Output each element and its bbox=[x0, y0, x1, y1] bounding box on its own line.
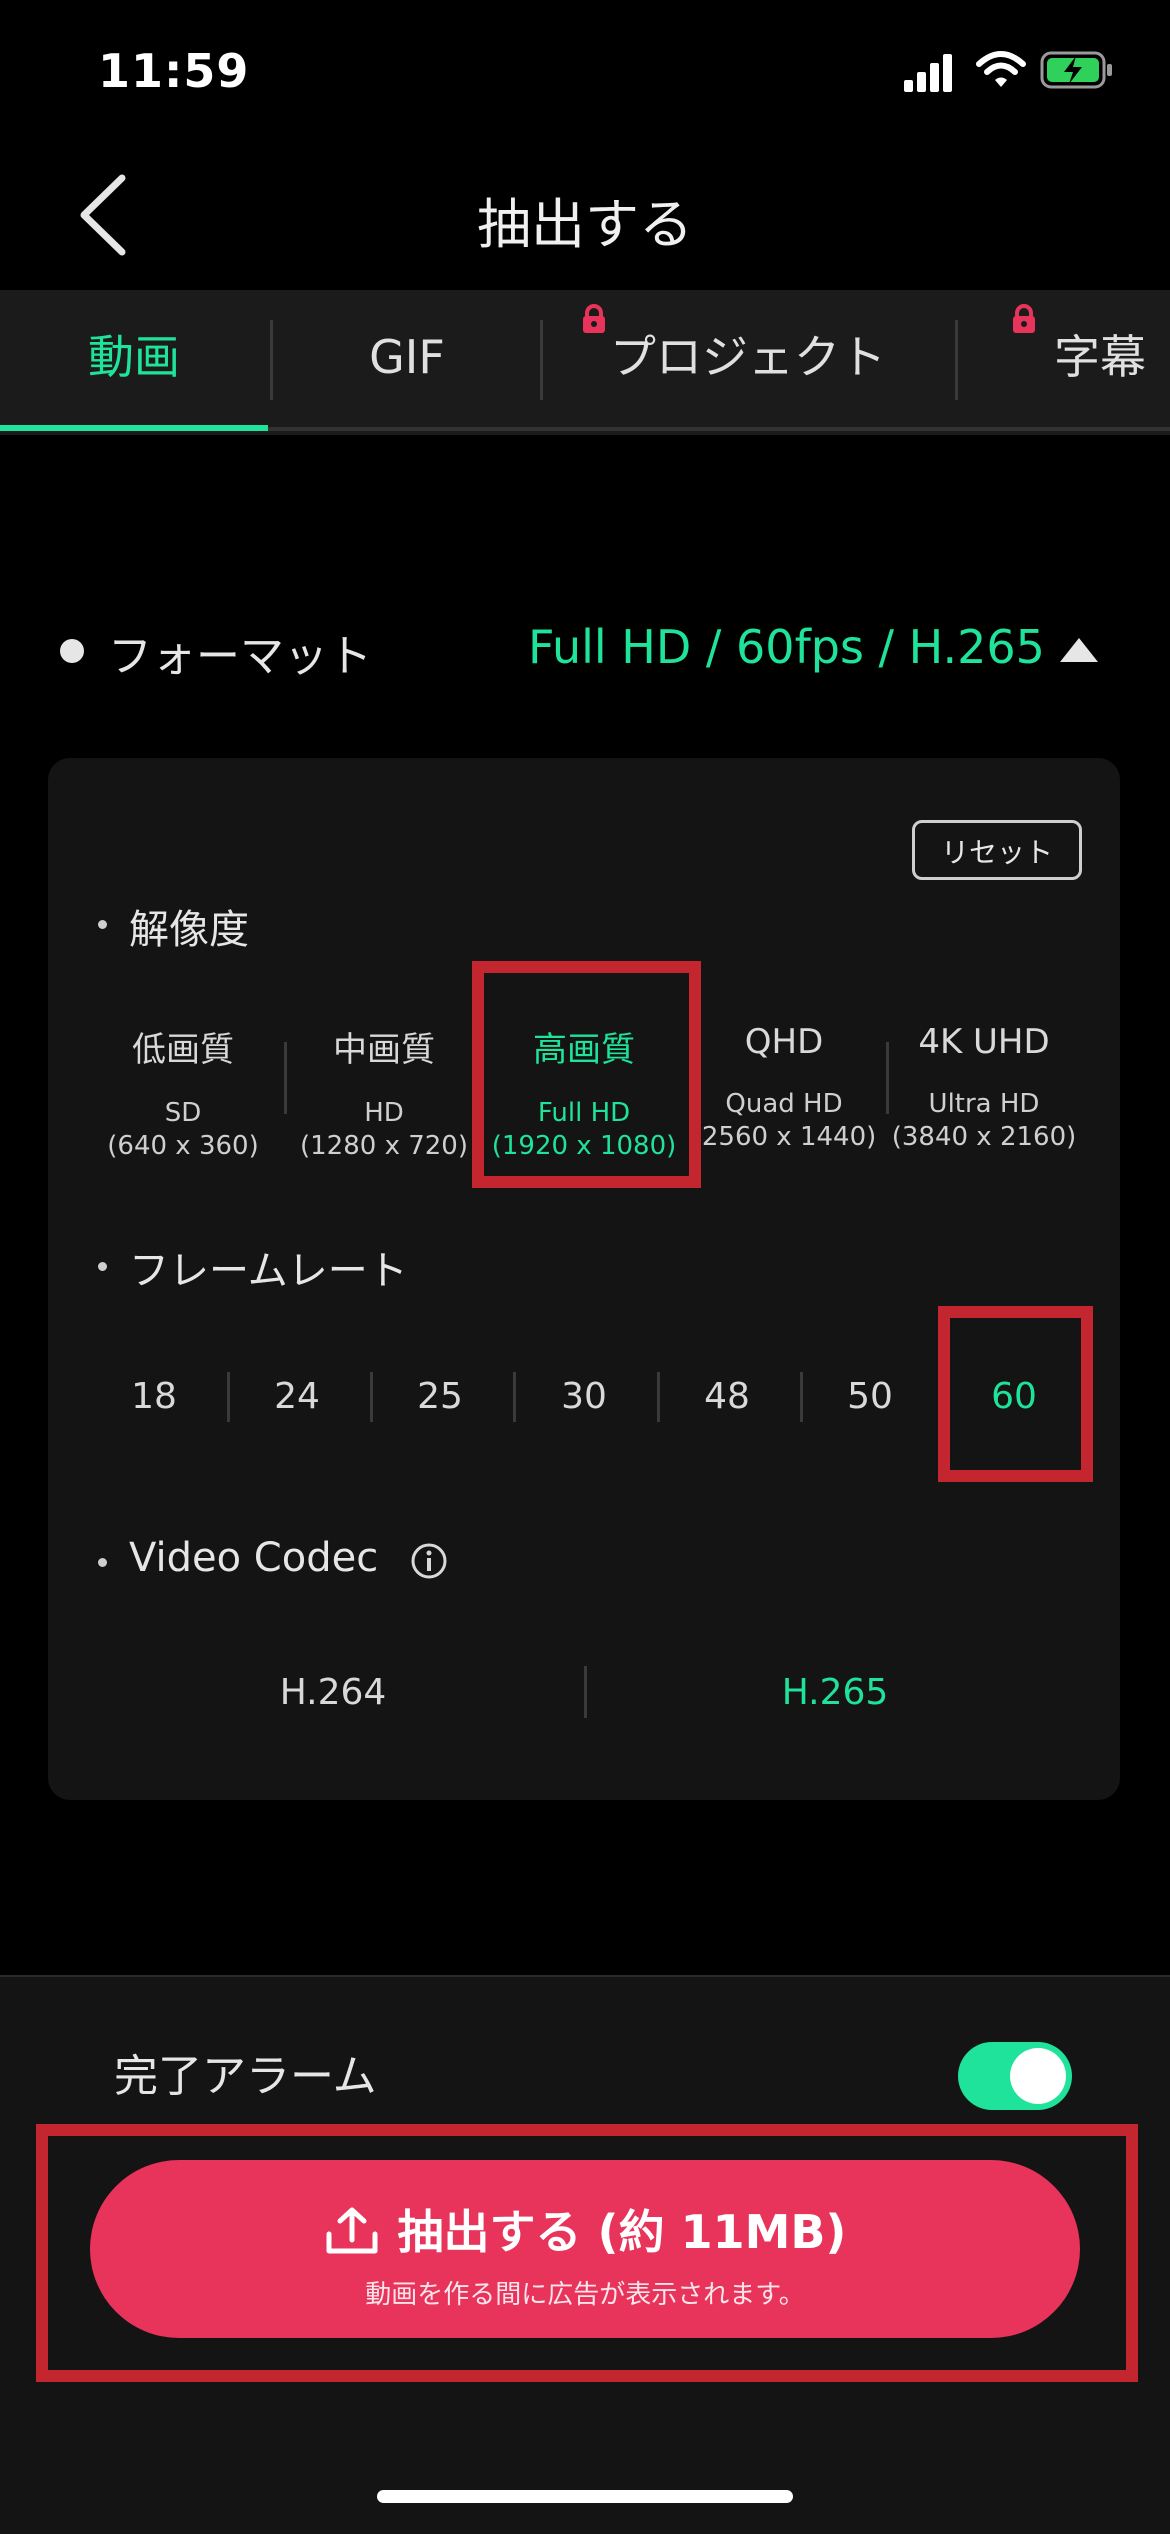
resolution-name: Ultra HD bbox=[928, 1089, 1040, 1119]
active-tab-indicator bbox=[0, 425, 268, 431]
status-time: 11:59 bbox=[98, 44, 250, 98]
highlight-box-framerate bbox=[938, 1306, 1093, 1482]
resolution-size: (2560 x 1440) bbox=[691, 1122, 877, 1152]
format-bullet bbox=[60, 639, 84, 663]
resolution-option-hd[interactable]: 中画質 HD (1280 x 720) bbox=[284, 1022, 484, 1163]
resolution-size: (1280 x 720) bbox=[300, 1131, 468, 1161]
tab-divider bbox=[955, 320, 958, 400]
lock-icon bbox=[583, 304, 605, 333]
section-bullet bbox=[98, 920, 107, 929]
resolution-quality: 低画質 bbox=[132, 1030, 234, 1070]
info-icon[interactable] bbox=[410, 1542, 448, 1580]
resolution-quality: 4K UHD bbox=[918, 1022, 1050, 1062]
tab-video[interactable]: 動画 bbox=[0, 290, 268, 425]
reset-button[interactable]: リセット bbox=[912, 820, 1082, 880]
framerate-option-30[interactable]: 30 bbox=[514, 1376, 654, 1417]
codec-title: Video Codec bbox=[129, 1535, 379, 1581]
framerate-option-50[interactable]: 50 bbox=[800, 1376, 940, 1417]
resolution-name: Quad HD bbox=[725, 1089, 843, 1119]
highlight-box-resolution bbox=[472, 961, 701, 1188]
framerate-option-48[interactable]: 48 bbox=[657, 1376, 797, 1417]
resolution-name: SD bbox=[164, 1098, 202, 1128]
toggle-knob bbox=[1010, 2048, 1066, 2104]
completion-alarm-label: 完了アラーム bbox=[114, 2051, 377, 2102]
framerate-title: フレームレート bbox=[129, 1248, 408, 1294]
collapse-caret-icon[interactable] bbox=[1060, 638, 1098, 662]
completion-alarm-toggle[interactable] bbox=[958, 2042, 1072, 2110]
highlight-box-export bbox=[36, 2124, 1138, 2382]
format-value[interactable]: Full HD / 60fps / H.265 bbox=[528, 620, 1045, 674]
section-bullet bbox=[98, 1558, 107, 1567]
resolution-name: HD bbox=[364, 1098, 404, 1128]
home-indicator bbox=[377, 2490, 793, 2503]
framerate-option-25[interactable]: 25 bbox=[370, 1376, 510, 1417]
resolution-option-sd[interactable]: 低画質 SD (640 x 360) bbox=[83, 1022, 283, 1163]
resolution-quality: QHD bbox=[744, 1022, 824, 1062]
codec-option-h264[interactable]: H.264 bbox=[183, 1672, 483, 1713]
framerate-option-24[interactable]: 24 bbox=[227, 1376, 367, 1417]
resolution-size: (640 x 360) bbox=[107, 1131, 259, 1161]
tab-bar: 動画 GIF プロジェクト 字幕 bbox=[0, 290, 1170, 435]
resolution-option-qhd[interactable]: QHD Quad HD (2560 x 1440) bbox=[684, 1022, 884, 1154]
resolution-title: 解像度 bbox=[129, 907, 249, 953]
section-bullet bbox=[98, 1262, 107, 1271]
cellular-signal-icon bbox=[904, 54, 952, 92]
battery-charging-icon bbox=[1040, 51, 1112, 89]
resolution-size: (3840 x 2160) bbox=[891, 1122, 1077, 1152]
tab-gif[interactable]: GIF bbox=[272, 290, 542, 425]
format-label: フォーマット bbox=[108, 631, 372, 682]
wifi-icon bbox=[976, 51, 1026, 87]
lock-icon bbox=[1013, 304, 1035, 333]
resolution-quality: 中画質 bbox=[333, 1030, 435, 1070]
codec-option-h265[interactable]: H.265 bbox=[685, 1672, 985, 1713]
resolution-option-4k-uhd[interactable]: 4K UHD Ultra HD (3840 x 2160) bbox=[884, 1022, 1084, 1154]
option-divider bbox=[584, 1666, 587, 1718]
page-title: 抽出する bbox=[477, 193, 693, 256]
framerate-option-18[interactable]: 18 bbox=[84, 1376, 224, 1417]
